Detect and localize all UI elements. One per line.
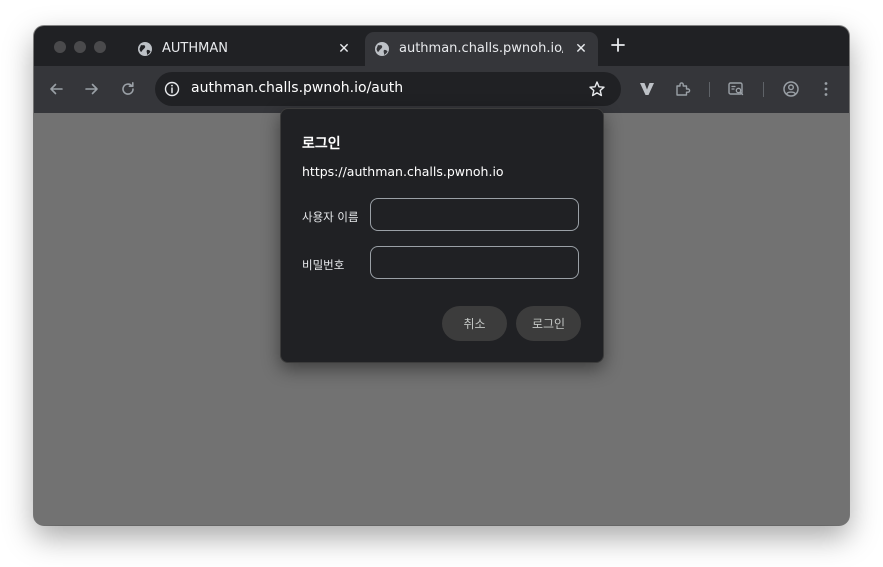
- tab-title: AUTHMAN: [162, 41, 228, 56]
- browser-toolbar: authman.challs.pwnoh.io/auth: [34, 66, 849, 114]
- kebab-menu-icon[interactable]: [817, 80, 835, 98]
- toolbar-divider: [709, 82, 710, 97]
- browser-window: AUTHMAN ✕ authman.challs.pwnoh.io/auth ✕: [34, 26, 849, 525]
- tab-title: authman.challs.pwnoh.io/auth: [399, 41, 563, 56]
- globe-icon: [138, 42, 152, 56]
- password-field[interactable]: [370, 246, 579, 279]
- globe-icon: [375, 42, 389, 56]
- arrow-right-icon[interactable]: [83, 80, 101, 98]
- reading-mode-icon[interactable]: [727, 80, 745, 98]
- tab-authman-auth[interactable]: authman.challs.pwnoh.io/auth ✕: [365, 32, 598, 66]
- tab-strip: AUTHMAN ✕ authman.challs.pwnoh.io/auth ✕: [34, 26, 849, 66]
- close-icon[interactable]: ✕: [336, 41, 352, 57]
- username-label: 사용자 이름: [302, 210, 359, 224]
- address-url[interactable]: authman.challs.pwnoh.io/auth: [191, 80, 403, 96]
- plus-icon[interactable]: [609, 36, 627, 54]
- address-bar[interactable]: authman.challs.pwnoh.io/auth: [155, 72, 621, 106]
- tab-authman[interactable]: AUTHMAN ✕: [130, 32, 360, 66]
- dialog-title: 로그인: [302, 136, 341, 152]
- password-label: 비밀번호: [302, 258, 345, 272]
- info-icon[interactable]: [163, 80, 181, 98]
- star-icon[interactable]: [588, 80, 606, 98]
- username-field[interactable]: [370, 198, 579, 231]
- reload-icon[interactable]: [119, 80, 137, 98]
- dialog-origin: https://authman.challs.pwnoh.io: [302, 164, 504, 179]
- close-window-button[interactable]: [54, 41, 66, 53]
- login-button[interactable]: 로그인: [516, 306, 581, 341]
- profile-icon[interactable]: [782, 80, 800, 98]
- http-auth-dialog: 로그인 https://authman.challs.pwnoh.io 사용자 …: [280, 108, 604, 363]
- cancel-button[interactable]: 취소: [442, 306, 507, 341]
- arrow-left-icon[interactable]: [47, 80, 65, 98]
- minimize-window-button[interactable]: [74, 41, 86, 53]
- puzzle-icon[interactable]: [674, 80, 692, 98]
- zoom-window-button[interactable]: [94, 41, 106, 53]
- vivaldi-v-icon[interactable]: [638, 80, 656, 98]
- toolbar-divider: [763, 82, 764, 97]
- close-icon[interactable]: ✕: [573, 41, 589, 57]
